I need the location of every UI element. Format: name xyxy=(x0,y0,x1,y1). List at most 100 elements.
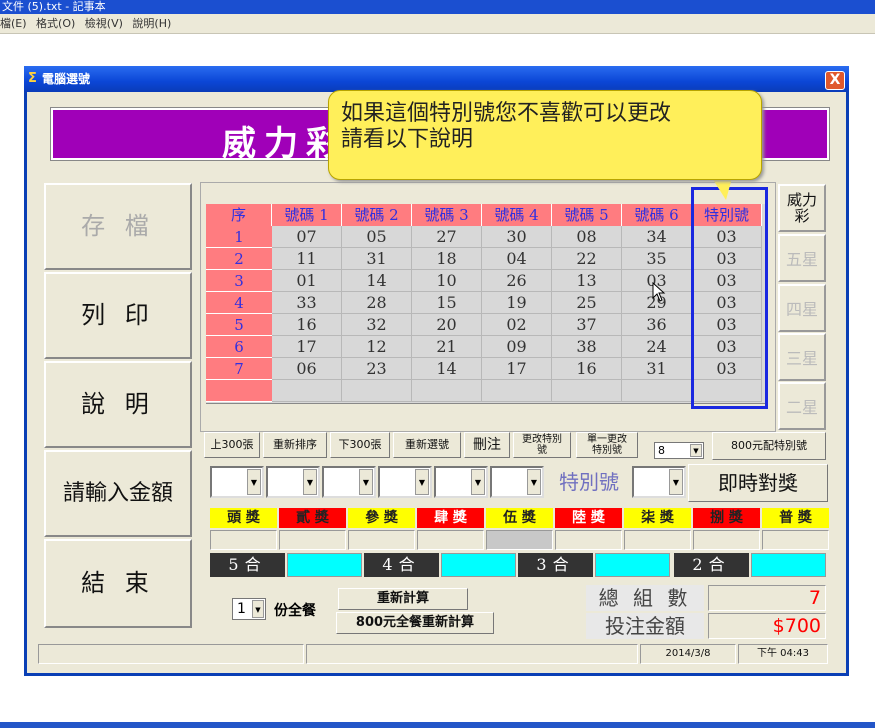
number-picker-2[interactable]: ▼ xyxy=(266,466,320,498)
help-button[interactable]: 說 明 xyxy=(44,361,192,448)
number-picker-4[interactable]: ▼ xyxy=(378,466,432,498)
number-cell[interactable]: 38 xyxy=(552,336,622,358)
next-300-button[interactable]: 下300張 xyxy=(330,432,390,458)
chevron-down-icon[interactable]: ▼ xyxy=(252,600,264,618)
number-cell[interactable]: 28 xyxy=(342,292,412,314)
number-cell[interactable]: 14 xyxy=(412,358,482,380)
number-cell[interactable]: 19 xyxy=(482,292,552,314)
number-cell[interactable] xyxy=(482,380,552,402)
special-number-picker[interactable]: ▼ xyxy=(632,466,686,498)
chevron-down-icon[interactable]: ▼ xyxy=(247,469,261,495)
number-cell[interactable]: 01 xyxy=(272,270,342,292)
number-cell[interactable] xyxy=(622,380,692,402)
tab-two-star[interactable]: 二星 xyxy=(778,382,826,430)
notepad-menu-bar: 檔(E) 格式(O) 檢視(V) 說明(H) xyxy=(0,14,875,34)
taskbar xyxy=(0,722,875,728)
number-cell[interactable]: 14 xyxy=(342,270,412,292)
number-cell[interactable]: 08 xyxy=(552,226,622,248)
menu-item-help[interactable]: 說明(H) xyxy=(132,17,171,30)
chevron-down-icon[interactable]: ▼ xyxy=(527,469,541,495)
number-cell[interactable] xyxy=(272,380,342,402)
single-change-special-button[interactable]: 單一更改特別號 xyxy=(576,432,638,458)
number-cell[interactable]: 10 xyxy=(412,270,482,292)
number-cell[interactable] xyxy=(412,380,482,402)
number-cell[interactable]: 09 xyxy=(482,336,552,358)
match-2-label: 2合 xyxy=(674,553,749,577)
number-grid[interactable]: 序號碼 1 號碼 2 號碼 3 號碼 4 號碼 5 號碼 6 特別號 1 07 05 27 30 08 3… xyxy=(206,204,766,404)
number-picker-6[interactable]: ▼ xyxy=(490,466,544,498)
number-cell[interactable]: 13 xyxy=(552,270,622,292)
number-cell[interactable]: 31 xyxy=(342,248,412,270)
count-select[interactable]: 8 ▼ xyxy=(654,442,704,459)
prize-label: 肆 獎 xyxy=(417,508,484,528)
number-cell[interactable]: 17 xyxy=(482,358,552,380)
chevron-down-icon[interactable]: ▼ xyxy=(415,469,429,495)
row-index-cell: 3 xyxy=(206,270,272,292)
number-cell[interactable]: 33 xyxy=(272,292,342,314)
number-cell[interactable]: 37 xyxy=(552,314,622,336)
number-cell[interactable]: 02 xyxy=(482,314,552,336)
number-cell[interactable]: 27 xyxy=(412,226,482,248)
reselect-button[interactable]: 重新選號 xyxy=(393,432,461,458)
number-cell[interactable]: 05 xyxy=(342,226,412,248)
chevron-down-icon[interactable]: ▼ xyxy=(303,469,317,495)
number-cell[interactable]: 26 xyxy=(482,270,552,292)
number-cell[interactable]: 30 xyxy=(482,226,552,248)
tab-five-star[interactable]: 五星 xyxy=(778,234,826,282)
number-picker-3[interactable]: ▼ xyxy=(322,466,376,498)
number-cell[interactable]: 11 xyxy=(272,248,342,270)
menu-item-format[interactable]: 格式(O) xyxy=(36,17,75,30)
print-button[interactable]: 列 印 xyxy=(44,272,192,359)
number-cell[interactable]: 16 xyxy=(272,314,342,336)
number-cell[interactable]: 31 xyxy=(622,358,692,380)
number-cell[interactable]: 35 xyxy=(622,248,692,270)
number-cell[interactable]: 18 xyxy=(412,248,482,270)
recalc-button[interactable]: 重新計算 xyxy=(338,588,468,610)
number-cell[interactable]: 34 xyxy=(622,226,692,248)
number-cell[interactable]: 04 xyxy=(482,248,552,270)
menu-item-view[interactable]: 檢視(V) xyxy=(85,17,123,30)
chevron-down-icon[interactable]: ▼ xyxy=(669,469,683,495)
tab-power-lottery[interactable]: 威力彩 xyxy=(778,184,826,232)
number-cell[interactable]: 06 xyxy=(272,358,342,380)
special-800-button[interactable]: 800元配特別號 xyxy=(712,432,826,460)
delete-ticket-button[interactable]: 刪注 xyxy=(464,432,510,458)
number-cell[interactable]: 16 xyxy=(552,358,622,380)
number-cell[interactable] xyxy=(342,380,412,402)
tab-four-star[interactable]: 四星 xyxy=(778,284,826,332)
instant-check-button[interactable]: 即時對獎 xyxy=(688,464,828,502)
number-cell[interactable]: 32 xyxy=(342,314,412,336)
change-special-button[interactable]: 更改特別號 xyxy=(513,432,571,458)
number-cell[interactable]: 25 xyxy=(552,292,622,314)
chevron-down-icon[interactable]: ▼ xyxy=(471,469,485,495)
number-cell[interactable]: 15 xyxy=(412,292,482,314)
prev-300-button[interactable]: 上300張 xyxy=(204,432,260,458)
number-picker-1[interactable]: ▼ xyxy=(210,466,264,498)
number-cell[interactable] xyxy=(552,380,622,402)
number-cell[interactable]: 23 xyxy=(342,358,412,380)
recalc-800-button[interactable]: 800元全餐重新計算 xyxy=(336,612,494,634)
number-cell[interactable]: 36 xyxy=(622,314,692,336)
quantity-select[interactable]: 1 ▼ xyxy=(232,598,266,620)
special-number-label: 特別號 xyxy=(559,470,619,494)
prize-count-box xyxy=(693,530,760,550)
number-cell[interactable]: 12 xyxy=(342,336,412,358)
number-cell[interactable]: 07 xyxy=(272,226,342,248)
number-cell[interactable]: 24 xyxy=(622,336,692,358)
menu-item-edit[interactable]: 檔(E) xyxy=(0,17,27,30)
enter-amount-button[interactable]: 請輸入金額 xyxy=(44,450,192,537)
exit-button[interactable]: 結 束 xyxy=(44,539,192,628)
chevron-down-icon[interactable]: ▼ xyxy=(690,444,702,457)
save-button[interactable]: 存 檔 xyxy=(44,183,192,270)
number-cell[interactable]: 20 xyxy=(412,314,482,336)
number-cell[interactable]: 17 xyxy=(272,336,342,358)
tab-three-star[interactable]: 三星 xyxy=(778,333,826,381)
number-picker-5[interactable]: ▼ xyxy=(434,466,488,498)
close-button[interactable]: X xyxy=(825,71,845,90)
chevron-down-icon[interactable]: ▼ xyxy=(359,469,373,495)
prize-count-box xyxy=(417,530,484,550)
amount-value: $700 xyxy=(708,613,826,639)
resort-button[interactable]: 重新排序 xyxy=(263,432,327,458)
number-cell[interactable]: 21 xyxy=(412,336,482,358)
number-cell[interactable]: 22 xyxy=(552,248,622,270)
